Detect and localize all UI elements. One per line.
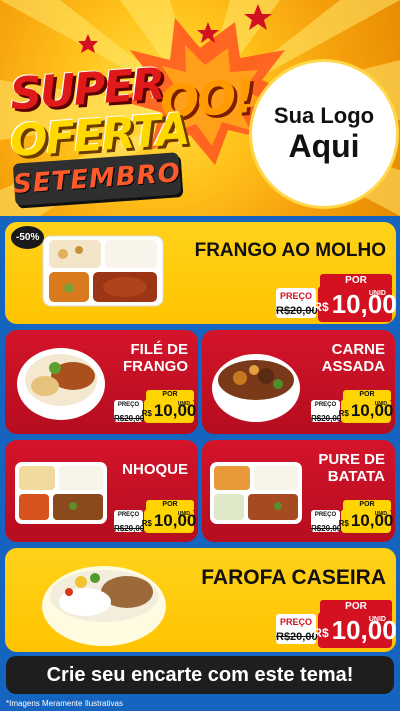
old-price: PREÇO R$20,00 <box>311 400 342 423</box>
title-line1: CARNE <box>331 341 385 358</box>
preco-label: PREÇO <box>279 617 312 627</box>
preco-label: PREÇO <box>314 402 337 408</box>
currency-symbol: R$ <box>313 626 329 640</box>
preco-label: PREÇO <box>117 512 140 518</box>
old-price-value: R$20,00 <box>276 631 318 643</box>
currency-symbol: R$ <box>338 518 349 528</box>
product-card-file-de-frango[interactable]: FILÉ DE FRANGO POR PREÇO R$20,00 R$ 10,0… <box>5 330 198 434</box>
bowl-image <box>212 354 300 422</box>
marmita-tray-image <box>15 462 107 524</box>
product-card-farofa-caseira[interactable]: FAROFA CASEIRA POR PREÇO R$20,00 R$ 10,0… <box>5 548 396 652</box>
product-title: FRANGO AO MOLHO <box>194 240 386 261</box>
title-line2: BATATA <box>327 467 385 485</box>
product-card-frango-ao-molho[interactable]: -50% FRANGO AO MOLHO POR PREÇO R$20,00 R… <box>5 222 396 324</box>
title-line1: PURE DE <box>318 451 385 468</box>
price-tag: POR PREÇO R$20,00 R$ 10,00 UNID <box>276 600 396 650</box>
price-value: 10,00 <box>153 401 197 420</box>
unit-label: UNID <box>177 401 190 407</box>
price-tag: POR PREÇO R$20,00 R$ 10,00 UNID <box>311 500 394 534</box>
disclaimer-note: *Imagens Meramente Ilustrativas <box>6 699 123 708</box>
plate-image <box>17 348 105 420</box>
title-line1: FILÉ DE <box>130 341 188 358</box>
logo-text-line1: Sua Logo <box>273 103 375 129</box>
currency-symbol: R$ <box>141 408 152 418</box>
price-tag: POR PREÇO R$20,00 R$ 10,00 UNID <box>276 274 396 324</box>
old-price: PREÇO R$20,00 <box>276 614 318 644</box>
preco-label: PREÇO <box>314 512 337 518</box>
price-value: 10,00 <box>350 401 394 420</box>
preco-label: PREÇO <box>279 291 312 301</box>
unit-label: UNID <box>368 290 386 297</box>
old-price-value: R$20,00 <box>114 414 145 423</box>
unit-label: UNID <box>368 616 386 623</box>
old-price: PREÇO R$20,00 <box>311 510 342 533</box>
price-tag: POR PREÇO R$20,00 R$ 10,00 UNID <box>114 500 197 534</box>
old-price-value: R$20,00 <box>114 524 145 533</box>
currency-symbol: R$ <box>338 408 349 418</box>
title-line2: FRANGO <box>123 357 188 375</box>
create-flyer-button[interactable]: Crie seu encarte com este tema! <box>6 656 394 694</box>
old-price: PREÇO R$20,00 <box>276 288 318 318</box>
product-card-carne-assada[interactable]: CARNE ASSADA POR PREÇO R$20,00 R$ 10,00 … <box>202 330 395 434</box>
price-value: 10,00 <box>153 511 197 530</box>
product-title: NHOQUE <box>122 461 188 478</box>
price-tag: POR PREÇO R$20,00 R$ 10,00 UNID <box>114 390 197 424</box>
product-card-pure-de-batata[interactable]: PURE DE BATATA POR PREÇO R$20,00 R$ 10,0… <box>202 440 395 542</box>
product-title: PURE DE BATATA <box>318 451 385 486</box>
product-card-nhoque[interactable]: NHOQUE POR PREÇO R$20,00 R$ 10,00 UNID <box>5 440 198 542</box>
header-banner: SUPER OO! OFERTA SETEMBRO Sua Logo Aqui <box>0 0 400 216</box>
title-line2: ASSADA <box>321 357 385 375</box>
old-price-value: R$20,00 <box>311 524 342 533</box>
price-tag: POR PREÇO R$20,00 R$ 10,00 UNID <box>311 390 394 424</box>
product-title: FAROFA CASEIRA <box>201 566 386 589</box>
old-price: PREÇO R$20,00 <box>114 510 145 533</box>
price-value: 10,00 <box>350 511 394 530</box>
logo-placeholder[interactable]: Sua Logo Aqui <box>252 62 396 206</box>
marmita-tray-image <box>42 235 164 307</box>
bowl-image <box>42 566 166 646</box>
price-value: 10,00 <box>331 614 396 645</box>
preco-label: PREÇO <box>117 402 140 408</box>
old-price: PREÇO R$20,00 <box>114 400 145 423</box>
unit-label: UNID <box>374 401 387 407</box>
logo-text-line2: Aqui <box>288 128 360 165</box>
marmita-tray-image <box>210 462 302 524</box>
currency-symbol: R$ <box>313 300 329 314</box>
currency-symbol: R$ <box>141 518 152 528</box>
old-price-value: R$20,00 <box>276 305 318 317</box>
month-label: SETEMBRO <box>12 158 182 200</box>
old-price-value: R$20,00 <box>311 414 342 423</box>
product-title: CARNE ASSADA <box>321 341 385 376</box>
price-value: 10,00 <box>331 288 396 319</box>
unit-label: UNID <box>374 511 387 517</box>
product-title: FILÉ DE FRANGO <box>123 341 188 376</box>
unit-label: UNID <box>177 511 190 517</box>
